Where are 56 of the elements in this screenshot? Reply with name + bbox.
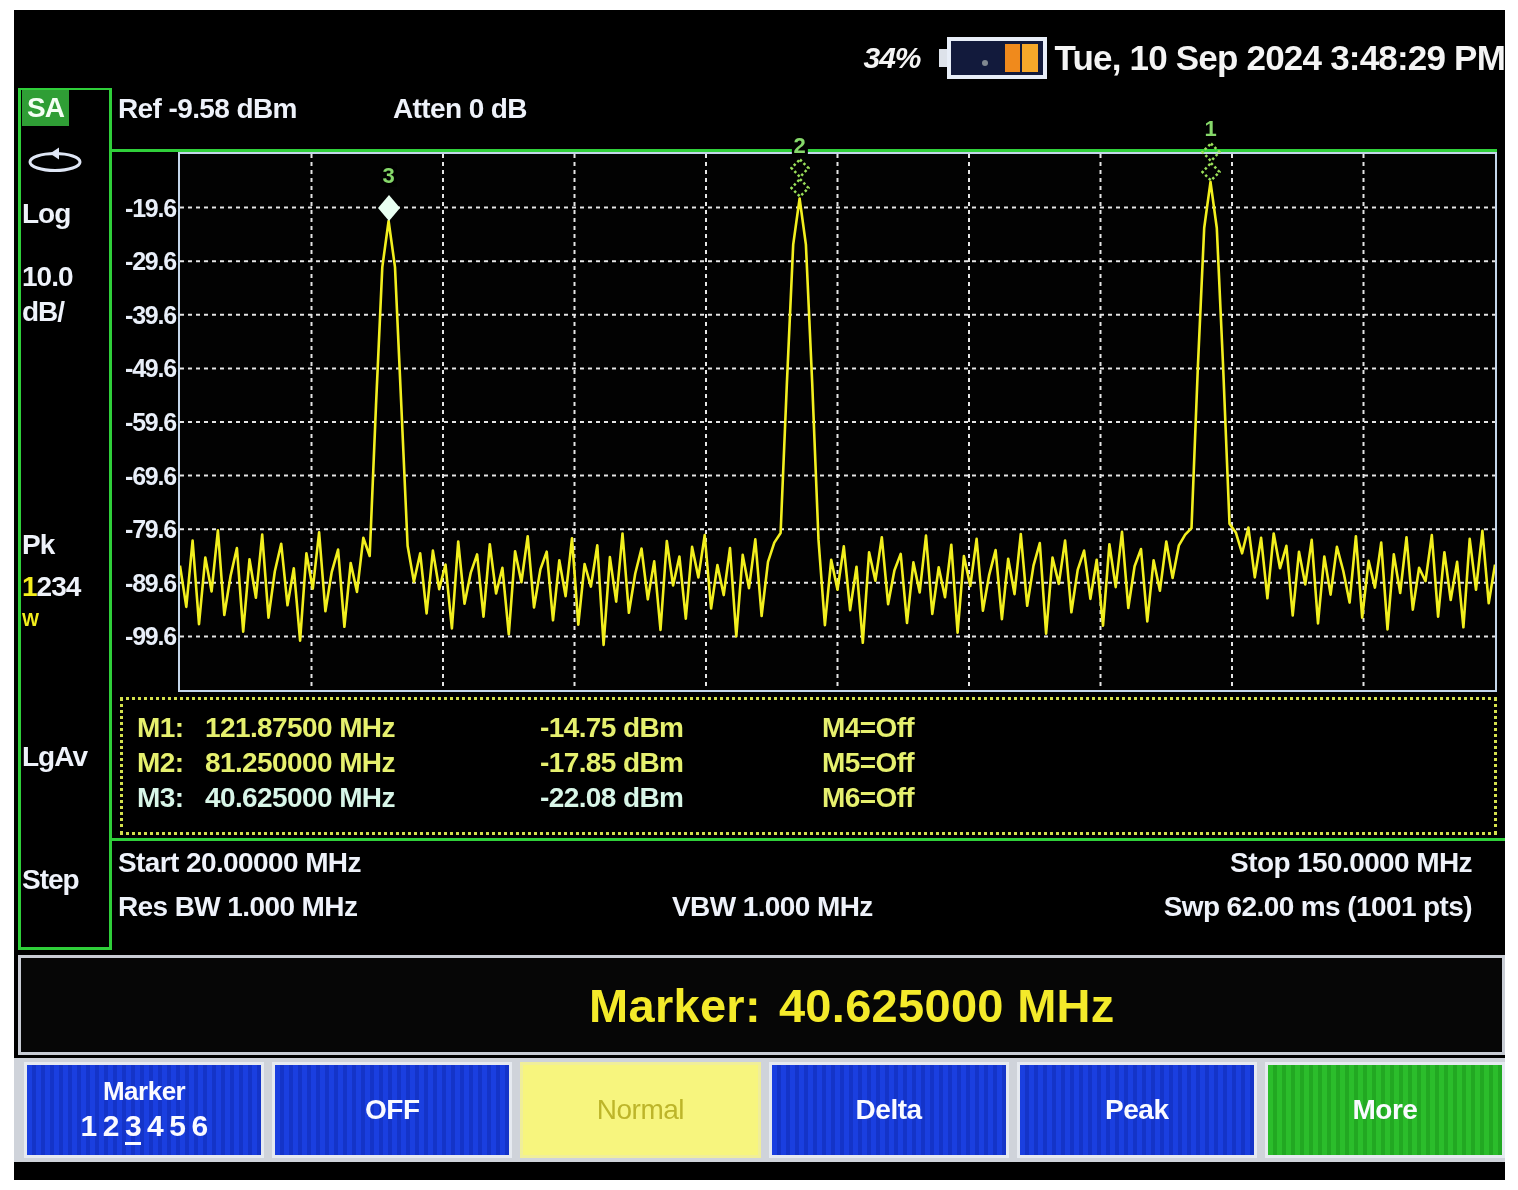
battery-icon [938, 37, 1047, 79]
marker-select-softkey[interactable]: Marker 1 2 3 4 5 6 [24, 1062, 265, 1158]
axis-label: -19.6 [125, 193, 176, 222]
marker-amplitude: -14.75 dBm [540, 711, 684, 744]
marker-frequency: 121.87500 MHz [205, 711, 395, 744]
axis-label: -49.6 [125, 354, 176, 383]
trace-mode-label: W [22, 610, 38, 630]
marker-name: M3: [137, 781, 184, 814]
marker-name: M1: [137, 711, 184, 744]
softkey[interactable]: OFF [272, 1062, 513, 1158]
reference-level: Ref -9.58 dBm [118, 92, 297, 126]
active-function-value: 40.625000 MHz [778, 977, 1115, 1033]
marker-frequency: 40.625000 MHz [205, 781, 395, 814]
marker-number: 2 [102, 1109, 119, 1144]
axis-label: -39.6 [125, 300, 176, 329]
step-label: Step [22, 863, 79, 897]
marker-frequency: 81.250000 MHz [205, 746, 395, 779]
trace-number: 1 [22, 570, 37, 604]
marker-name: M2: [137, 746, 184, 779]
scale-type-label: Log [22, 197, 71, 231]
scale-unit: dB/ [22, 295, 65, 329]
axis-label: -29.6 [125, 247, 176, 276]
softkey[interactable]: Delta [768, 1062, 1009, 1158]
date-time: Tue, 10 Sep 2024 3:48:29 PM [1054, 38, 1505, 78]
trace-number: 3 [51, 570, 66, 604]
marker-amplitude: -17.85 dBm [540, 746, 684, 779]
trace-number: 4 [65, 570, 81, 604]
axis-label: -69.6 [125, 461, 176, 490]
loop-arrow-icon [28, 146, 82, 172]
axis-label: -59.6 [125, 408, 176, 436]
axis-label: -99.6 [125, 622, 176, 651]
marker-status: M4=Off [822, 711, 915, 744]
video-bandwidth: VBW 1.000 MHz [672, 891, 873, 923]
start-frequency: Start 20.00000 MHz [118, 847, 361, 879]
average-type-label: LgAv [22, 740, 87, 774]
marker-number: 3 [124, 1109, 142, 1145]
attenuation: Atten 0 dB [392, 92, 527, 126]
marker-number: 5 [169, 1109, 186, 1144]
mode-badge: SA [22, 90, 69, 126]
marker-status: M6=Off [822, 781, 915, 814]
battery-percent: 34% [863, 41, 921, 75]
marker-number: 6 [191, 1109, 208, 1144]
sweep-time: Swp 62.00 ms (1001 pts) [1163, 891, 1472, 923]
marker-number: 1 [80, 1109, 97, 1144]
detector-label: Pk [22, 528, 55, 562]
axis-label: -89.6 [125, 568, 176, 597]
trace-number: 2 [36, 570, 52, 604]
stop-frequency: Stop 150.0000 MHz [1230, 847, 1472, 879]
marker-number: 4 [147, 1109, 164, 1144]
active-function-label: Marker: [589, 977, 761, 1033]
axis-label: -79.6 [125, 515, 176, 544]
softkey[interactable]: Peak [1016, 1062, 1257, 1158]
marker-status: M5=Off [822, 746, 915, 779]
resolution-bandwidth: Res BW 1.000 MHz [118, 891, 358, 923]
scale-value: 10.0 [22, 260, 73, 294]
marker-amplitude: -22.08 dBm [540, 781, 684, 814]
